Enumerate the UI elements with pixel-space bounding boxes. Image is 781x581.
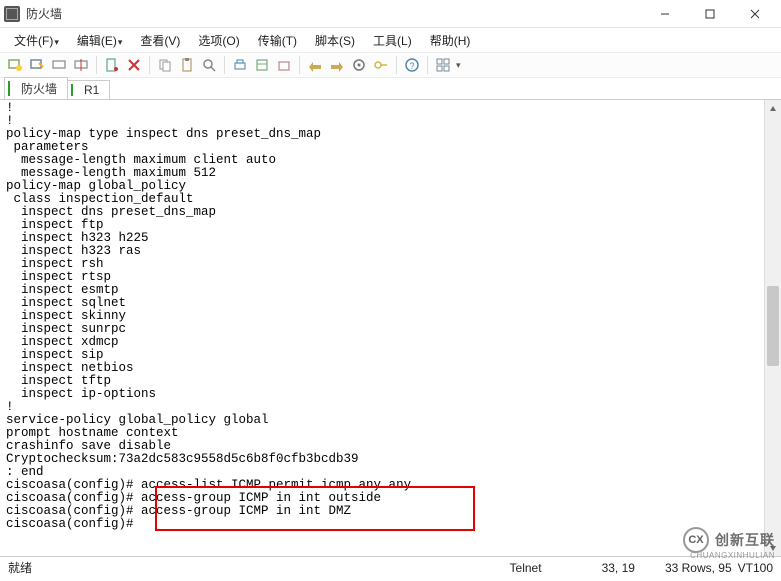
vertical-scrollbar[interactable] (764, 100, 781, 556)
reconnect-icon[interactable] (50, 56, 68, 74)
properties-icon[interactable] (103, 56, 121, 74)
terminal-output[interactable]: ! ! policy-map type inspect dns preset_d… (0, 100, 764, 556)
menu-view[interactable]: 查看(V) (134, 30, 186, 51)
window-controls (642, 0, 777, 28)
scroll-up-button[interactable] (765, 100, 781, 117)
toolbar-separator (224, 56, 225, 74)
svg-text:?: ? (409, 61, 414, 71)
tab-active-indicator (8, 81, 10, 96)
transfer1-icon[interactable] (306, 56, 324, 74)
copy-icon[interactable] (156, 56, 174, 74)
watermark-text: 创新互联 (715, 530, 775, 550)
watermark-logo-icon: CX (683, 527, 709, 553)
quick-connect-icon[interactable] (28, 56, 46, 74)
status-state: 就绪 (8, 559, 72, 576)
find-icon[interactable] (200, 56, 218, 74)
paste-icon[interactable] (178, 56, 196, 74)
menu-tools[interactable]: 工具(L) (367, 30, 418, 51)
menu-options[interactable]: 选项(O) (192, 30, 245, 51)
status-terminal-type: VT100 (738, 561, 773, 575)
window-title: 防火墙 (26, 5, 62, 22)
tab-label: 防火墙 (15, 82, 57, 96)
tab-active-indicator (71, 84, 73, 96)
app-icon (4, 6, 20, 22)
status-cursor-pos: 33, 19 (602, 561, 665, 575)
toolbar-separator (427, 56, 428, 74)
menu-bar: 文件(F)▾ 编辑(E)▾ 查看(V) 选项(O) 传输(T) 脚本(S) 工具… (0, 28, 781, 52)
menu-script[interactable]: 脚本(S) (309, 30, 361, 51)
tab-firewall[interactable]: 防火墙 (4, 77, 68, 99)
print-icon[interactable] (231, 56, 249, 74)
scroll-thumb[interactable] (767, 286, 779, 366)
menu-edit[interactable]: 编辑(E)▾ (71, 30, 129, 51)
toolbar-separator (96, 56, 97, 74)
clear-icon[interactable] (275, 56, 293, 74)
tab-label: R1 (78, 83, 99, 97)
watermark: CX 创新互联 CHUANGXINHULIAN (683, 527, 775, 553)
status-protocol: Telnet (510, 561, 602, 575)
settings-icon[interactable] (350, 56, 368, 74)
toolbar-separator (149, 56, 150, 74)
status-size: 33 Rows, 95 (665, 561, 738, 575)
cancel-icon[interactable] (125, 56, 143, 74)
help-icon[interactable]: ? (403, 56, 421, 74)
menu-file[interactable]: 文件(F)▾ (8, 30, 65, 51)
title-bar: 防火墙 (0, 0, 781, 28)
transfer2-icon[interactable] (328, 56, 346, 74)
close-button[interactable] (732, 0, 777, 28)
key-icon[interactable] (372, 56, 390, 74)
menu-help[interactable]: 帮助(H) (424, 30, 477, 51)
new-session-icon[interactable] (6, 56, 24, 74)
tab-r1[interactable]: R1 (67, 80, 110, 99)
terminal-area: ! ! policy-map type inspect dns preset_d… (0, 100, 781, 556)
scroll-track[interactable] (765, 117, 781, 539)
toolbar-separator (396, 56, 397, 74)
minimize-button[interactable] (642, 0, 687, 28)
maximize-button[interactable] (687, 0, 732, 28)
status-bar: 就绪 Telnet 33, 19 33 Rows, 95 VT100 (0, 556, 781, 578)
session-tab-bar: 防火墙 R1 (0, 78, 781, 100)
tile-dropdown-icon[interactable]: ▾ (456, 60, 461, 71)
menu-transfer[interactable]: 传输(T) (252, 30, 303, 51)
disconnect-icon[interactable] (72, 56, 90, 74)
watermark-subtext: CHUANGXINHULIAN (690, 551, 775, 560)
tile-icon[interactable] (434, 56, 452, 74)
log-icon[interactable] (253, 56, 271, 74)
toolbar-separator (299, 56, 300, 74)
toolbar: ? ▾ (0, 52, 781, 78)
